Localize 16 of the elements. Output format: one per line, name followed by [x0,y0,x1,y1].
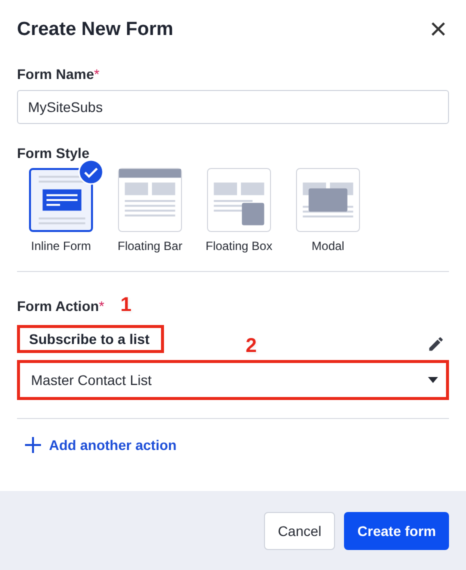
add-action-link[interactable]: Add another action [17,437,449,453]
callout-number: 2 [246,335,257,358]
cancel-button[interactable]: Cancel [264,512,336,550]
field-label: Form Name* [17,66,100,82]
check-icon [78,159,104,185]
field-label: Form Style [17,145,90,161]
action-title: Subscribe to a list [28,330,151,349]
field-label: Form Action* [17,298,104,314]
callout-number: 1 [120,294,132,317]
plus-icon [25,437,41,453]
caret-icon [428,377,438,383]
create-button[interactable]: Create form [344,512,449,550]
close-button[interactable]: × [427,17,449,43]
dialog-title: Create New Form [17,19,174,41]
form-name-field[interactable]: MySiteSubs [17,90,449,124]
edit-icon[interactable] [427,335,445,353]
